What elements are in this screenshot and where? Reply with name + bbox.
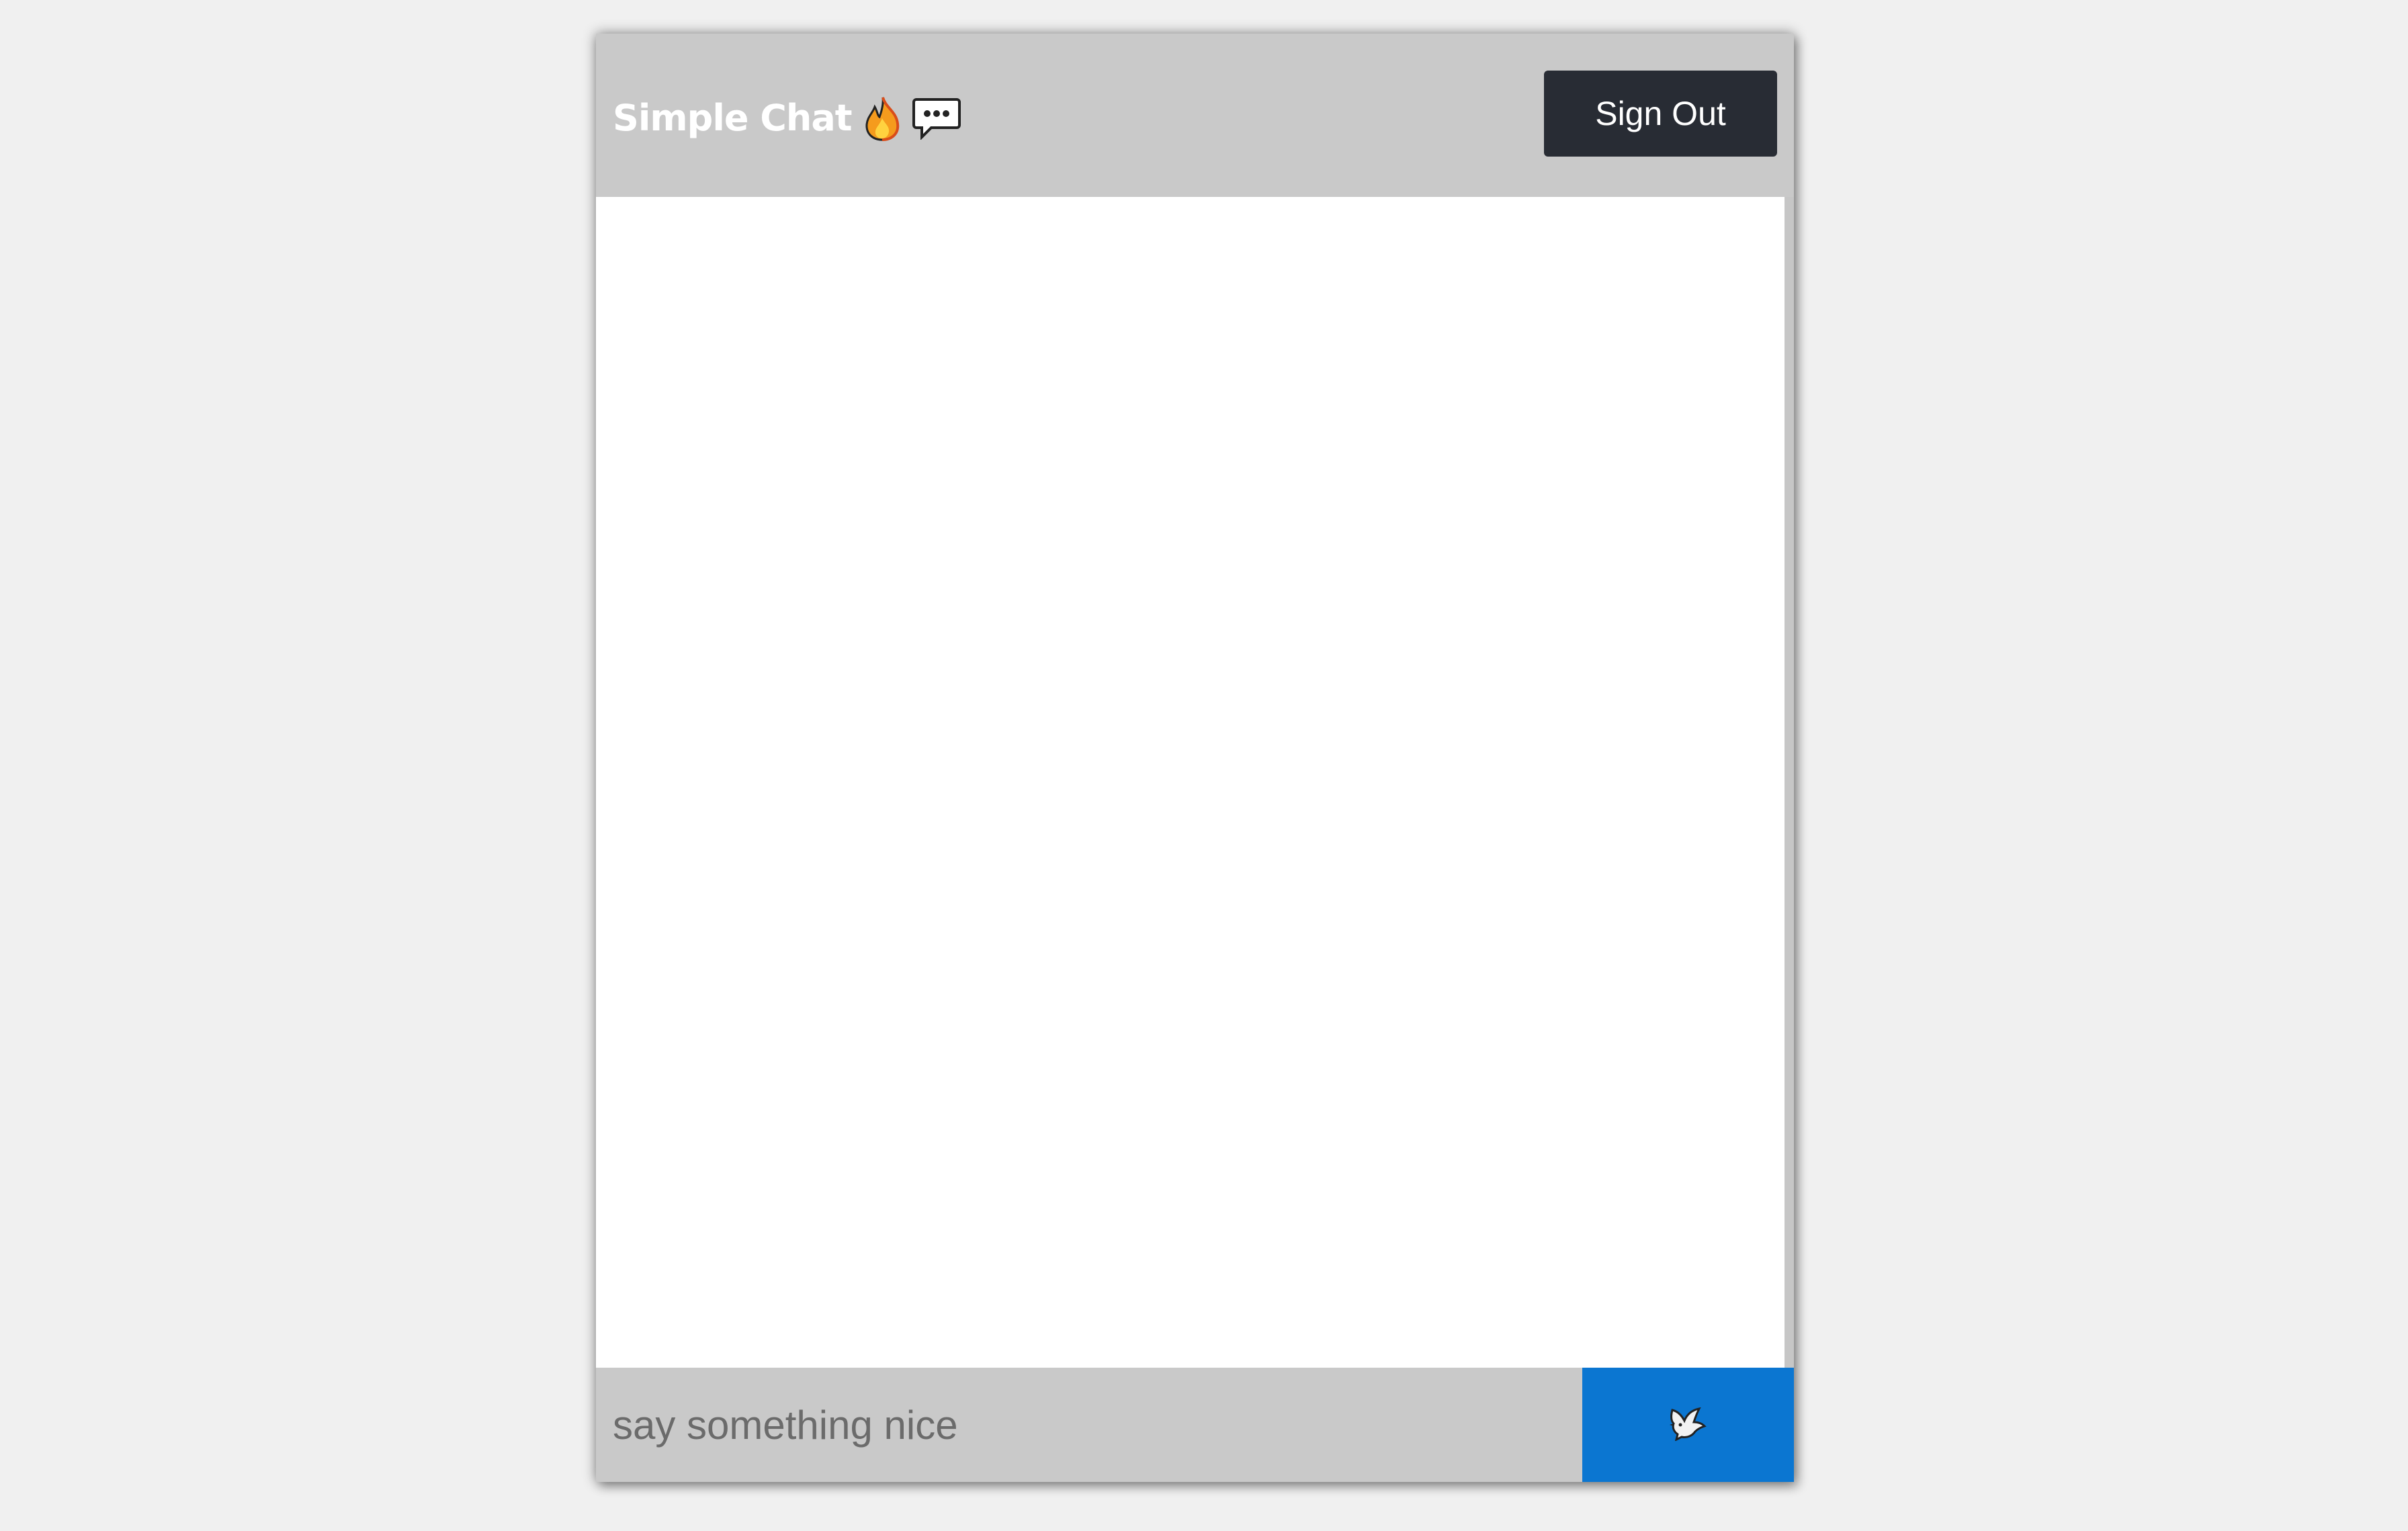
message-composer: say something nice — [596, 1368, 1794, 1482]
message-list[interactable] — [596, 197, 1794, 1368]
chat-window: Simple Chat Sign Out say something nice — [596, 34, 1794, 1482]
send-button[interactable] — [1582, 1368, 1794, 1482]
scrollbar[interactable] — [1784, 197, 1794, 1368]
sign-out-button[interactable]: Sign Out — [1544, 70, 1777, 157]
app-title: Simple Chat — [613, 97, 853, 139]
brand: Simple Chat — [613, 95, 961, 141]
message-input[interactable]: say something nice — [596, 1368, 1582, 1482]
fire-icon — [863, 95, 902, 141]
dove-icon — [1668, 1406, 1709, 1444]
speech-bubble-icon — [912, 97, 961, 140]
chat-header: Simple Chat Sign Out — [596, 34, 1794, 197]
